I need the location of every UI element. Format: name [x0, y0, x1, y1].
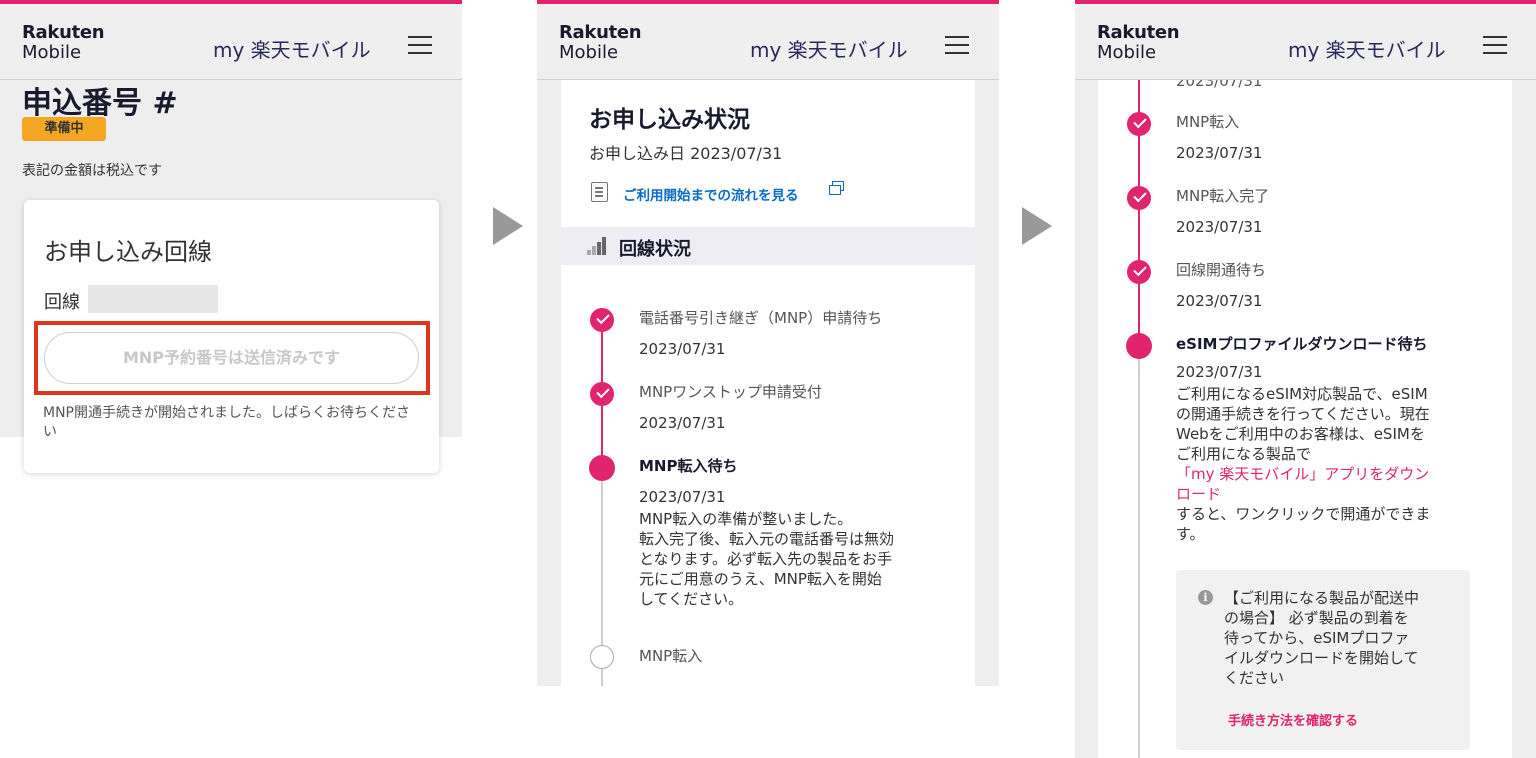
check-icon	[1127, 186, 1151, 210]
app-title: my 楽天モバイル	[1288, 38, 1446, 62]
shipping-info-box: i 【ご利用になる製品が配送中 の場合】 必ず製品の到着を 待ってから、eSIM…	[1176, 570, 1470, 750]
timeline-step: MNP転入 2023/07/31	[1176, 113, 1263, 162]
document-icon	[591, 182, 608, 202]
rakuten-mobile-logo[interactable]: Rakuten Mobile	[1097, 23, 1180, 63]
timeline-step-current: MNP転入待ち 2023/07/31 MNP転入の準備が整いました。 転入完了後…	[639, 456, 959, 609]
timeline-step: MNPワンストップ申請受付 2023/07/31	[639, 383, 822, 432]
check-icon	[1127, 260, 1151, 284]
current-step-marker	[589, 455, 615, 481]
mnp-note: MNP開通手続きが開始されました。しばらくお待ちください	[43, 405, 410, 440]
rakuten-mobile-logo[interactable]: Rakuten Mobile	[559, 23, 642, 63]
step-description: MNP転入の準備が整いました。 転入完了後、転入元の電話番号は無効 となります。…	[639, 510, 895, 608]
status-panel: 2023/07/31 MNP転入 2023/07/31 MNP転入完了 2023…	[1098, 72, 1512, 758]
check-icon	[1127, 112, 1151, 136]
order-number-heading: 申込番号 #	[22, 86, 178, 121]
timeline-step: MNP転入完了 2023/07/31	[1176, 187, 1270, 236]
hamburger-menu-icon[interactable]	[945, 36, 969, 56]
external-link-icon[interactable]	[829, 181, 845, 195]
app-header: Rakuten Mobile my 楽天モバイル	[537, 0, 999, 80]
current-step-marker	[1126, 333, 1152, 359]
check-icon	[590, 308, 614, 332]
step-description-after: すると、ワンクリックで開通ができま す。	[1176, 505, 1431, 543]
status-title: お申し込み状況	[589, 107, 750, 133]
app-header: Rakuten Mobile my 楽天モバイル	[0, 0, 462, 80]
info-text: 【ご利用になる製品が配送中 の場合】 必ず製品の到着を 待ってから、eSIMプロ…	[1224, 589, 1420, 687]
check-icon	[590, 382, 614, 406]
line-status-section-header: 回線状況	[561, 227, 975, 265]
screen-esim-status: 2023/07/31 MNP転入 2023/07/31 MNP転入完了 2023…	[1075, 0, 1536, 758]
hamburger-menu-icon[interactable]	[408, 36, 432, 56]
timeline-step: 回線開通待ち 2023/07/31	[1176, 261, 1267, 310]
line-number-redacted	[88, 285, 218, 313]
timeline-line-pending	[1138, 344, 1140, 758]
timeline-step-pending: MNP転入	[639, 647, 703, 665]
step-description: ご利用になるeSIM対応製品で、eSIM の開通手続きを行ってください。現在 W…	[1176, 385, 1430, 463]
flow-link[interactable]: ご利用開始までの流れを見る	[623, 184, 799, 204]
status-badge: 準備中	[22, 117, 106, 141]
app-header: Rakuten Mobile my 楽天モバイル	[1075, 0, 1536, 80]
timeline-step-current: eSIMプロファイルダウンロード待ち 2023/07/31 ご利用になるeSIM…	[1176, 334, 1506, 544]
timeline-step: 電話番号引き継ぎ（MNP）申請待ち 2023/07/31	[639, 309, 883, 358]
apply-date: お申し込み日 2023/07/31	[589, 144, 783, 163]
signal-bars-icon	[587, 237, 607, 255]
app-title: my 楽天モバイル	[213, 38, 371, 62]
status-panel: お申し込み状況 お申し込み日 2023/07/31 ご利用開始までの流れを見る …	[561, 80, 975, 686]
app-download-link[interactable]: 「my 楽天モバイル」アプリをダウン ロード	[1176, 464, 1506, 504]
tax-note: 表記の金額は税込です	[22, 163, 162, 179]
app-title: my 楽天モバイル	[750, 38, 908, 62]
section-title: 回線状況	[619, 239, 691, 260]
mnp-sent-button[interactable]: MNP予約番号は送信済みです	[44, 332, 419, 384]
screen-application-status: Rakuten Mobile my 楽天モバイル お申し込み状況 お申し込み日 …	[537, 0, 999, 686]
pending-step-marker	[590, 645, 614, 669]
hamburger-menu-icon[interactable]	[1483, 36, 1507, 56]
next-arrow-icon	[1022, 207, 1052, 245]
card-title: お申し込み回線	[44, 238, 212, 266]
procedure-link[interactable]: 手続き方法を確認する	[1228, 710, 1358, 729]
screen-application-line: Rakuten Mobile my 楽天モバイル 申込番号 # 準備中 表記の金…	[0, 0, 462, 488]
line-label: 回線	[44, 292, 80, 313]
info-icon: i	[1198, 590, 1213, 605]
next-arrow-icon	[493, 207, 523, 245]
rakuten-mobile-logo[interactable]: Rakuten Mobile	[22, 23, 105, 63]
